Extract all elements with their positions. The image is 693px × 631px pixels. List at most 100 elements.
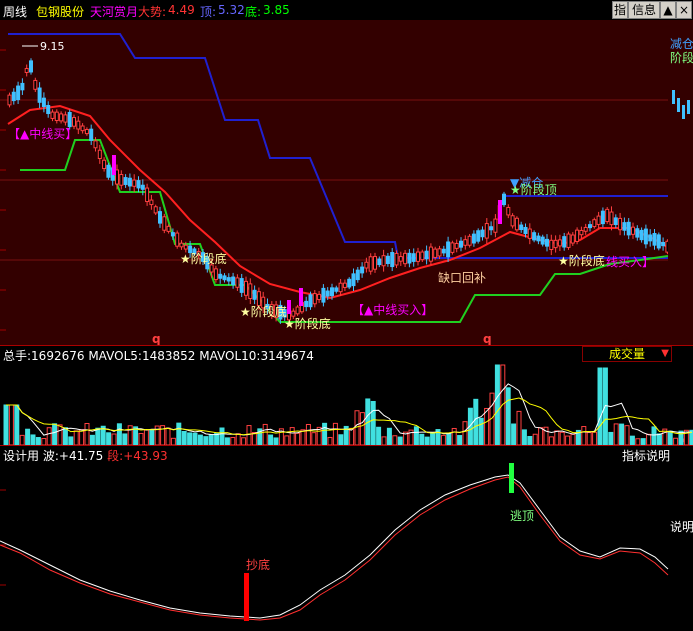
price-chart[interactable]: 9.15 【▲中线买】 q ★阶段底 ★阶段底 ★阶段底 【▲中线买入】 缺口回…	[0, 20, 670, 346]
volume-bar	[581, 426, 587, 445]
label-stage-bottom-2: ★阶段底	[240, 304, 287, 319]
volume-bar	[219, 427, 225, 445]
info-button[interactable]: 信息	[628, 1, 660, 19]
candle	[579, 229, 584, 236]
top-label: 顶:	[200, 5, 217, 19]
candle	[97, 149, 102, 159]
seg-line	[0, 476, 669, 621]
candle	[514, 217, 519, 231]
candle	[80, 125, 85, 132]
volume-bar	[349, 427, 355, 445]
mavol10-line	[6, 397, 692, 436]
candle	[463, 239, 468, 246]
volume-bar	[235, 433, 241, 445]
volume-bar	[224, 437, 230, 445]
candle	[368, 256, 373, 272]
candle	[50, 111, 55, 119]
volume-bar	[624, 425, 630, 445]
close-button[interactable]: ×	[676, 1, 692, 19]
candle	[29, 60, 33, 73]
zhi-button[interactable]: 指	[612, 1, 628, 19]
bottom-value: 3.85	[263, 3, 290, 17]
volume-bar	[656, 433, 662, 445]
volume-bar	[14, 404, 20, 445]
candle	[93, 140, 98, 149]
volume-bar	[149, 429, 155, 445]
volume-bar	[338, 434, 344, 445]
candle	[312, 293, 317, 305]
volume-bar	[262, 423, 268, 445]
volume-bar	[79, 429, 85, 445]
candles	[7, 58, 670, 324]
volume-bar	[122, 433, 128, 445]
candle	[132, 179, 137, 187]
candle	[140, 184, 145, 190]
volume-bar	[386, 427, 392, 445]
volume-bar	[527, 436, 533, 445]
volume-bar	[457, 435, 463, 445]
volume-bar	[95, 427, 101, 445]
volume-bar	[667, 430, 673, 445]
period-label[interactable]: 周线	[3, 3, 27, 20]
candle	[72, 117, 76, 127]
volume-bar	[565, 435, 571, 445]
volume-bar	[181, 430, 187, 445]
volume-bar	[192, 432, 198, 445]
candle	[338, 282, 343, 293]
candle	[226, 277, 231, 282]
top-value: 5.32	[218, 3, 245, 17]
candle	[76, 120, 81, 130]
candle	[291, 310, 296, 317]
volume-bar	[241, 437, 247, 445]
volume-bar	[187, 432, 193, 445]
candle	[16, 85, 21, 101]
indicator-svg: 逃顶 抄底 说明	[0, 463, 693, 621]
candle	[24, 68, 29, 73]
volume-bar	[629, 435, 635, 445]
volume-bar	[392, 435, 398, 445]
volume-bar	[165, 427, 171, 445]
candle	[162, 216, 167, 231]
candle	[588, 224, 592, 229]
candle	[213, 268, 218, 281]
candle	[46, 104, 51, 115]
volume-bar	[197, 434, 203, 445]
candle	[484, 223, 489, 239]
candle	[656, 234, 661, 249]
candle	[510, 215, 515, 227]
volume-bar	[35, 437, 41, 445]
volume-bar	[8, 404, 14, 445]
volume-bar	[613, 423, 619, 445]
label-right-explain: 说明	[670, 519, 693, 534]
candle	[403, 252, 408, 265]
chart-header: 周线 包钢股份 天河赏月 大势: 4.49 顶: 5.32 底: 3.85 指 …	[0, 0, 693, 20]
candle	[459, 240, 463, 248]
scroll-up-button[interactable]: ▲	[660, 1, 676, 19]
volume-bar	[473, 398, 479, 445]
candle	[355, 269, 360, 281]
candle	[390, 252, 395, 268]
volume-bar	[446, 432, 452, 445]
price-chart-right-stub: 减仓 阶段	[668, 20, 693, 345]
candle	[407, 252, 412, 264]
volume-panel[interactable]: 总手:1692676 MAVOL5:1483852 MAVOL10:314967…	[0, 345, 693, 446]
volume-bar	[214, 433, 220, 445]
label-stage-bottom-4: ★阶段底	[558, 253, 605, 268]
candle	[342, 282, 347, 288]
candle	[519, 224, 524, 231]
candle	[239, 278, 244, 293]
indicator-panel[interactable]: 设计用 波:+41.75 段:+43.93 指标说明 逃顶 抄底 说明	[0, 445, 693, 631]
volume-bar	[284, 435, 290, 445]
bottom-label: 底:	[245, 5, 262, 19]
volume-bar	[548, 436, 554, 445]
candle	[373, 256, 377, 270]
volume-bar	[327, 436, 333, 445]
candle	[127, 177, 132, 187]
trend-line	[7, 104, 669, 300]
volume-bar	[84, 423, 90, 445]
candle	[570, 234, 575, 244]
candle	[480, 229, 485, 238]
volume-bar	[592, 431, 598, 445]
volume-bar	[305, 423, 311, 445]
candle	[304, 300, 309, 308]
